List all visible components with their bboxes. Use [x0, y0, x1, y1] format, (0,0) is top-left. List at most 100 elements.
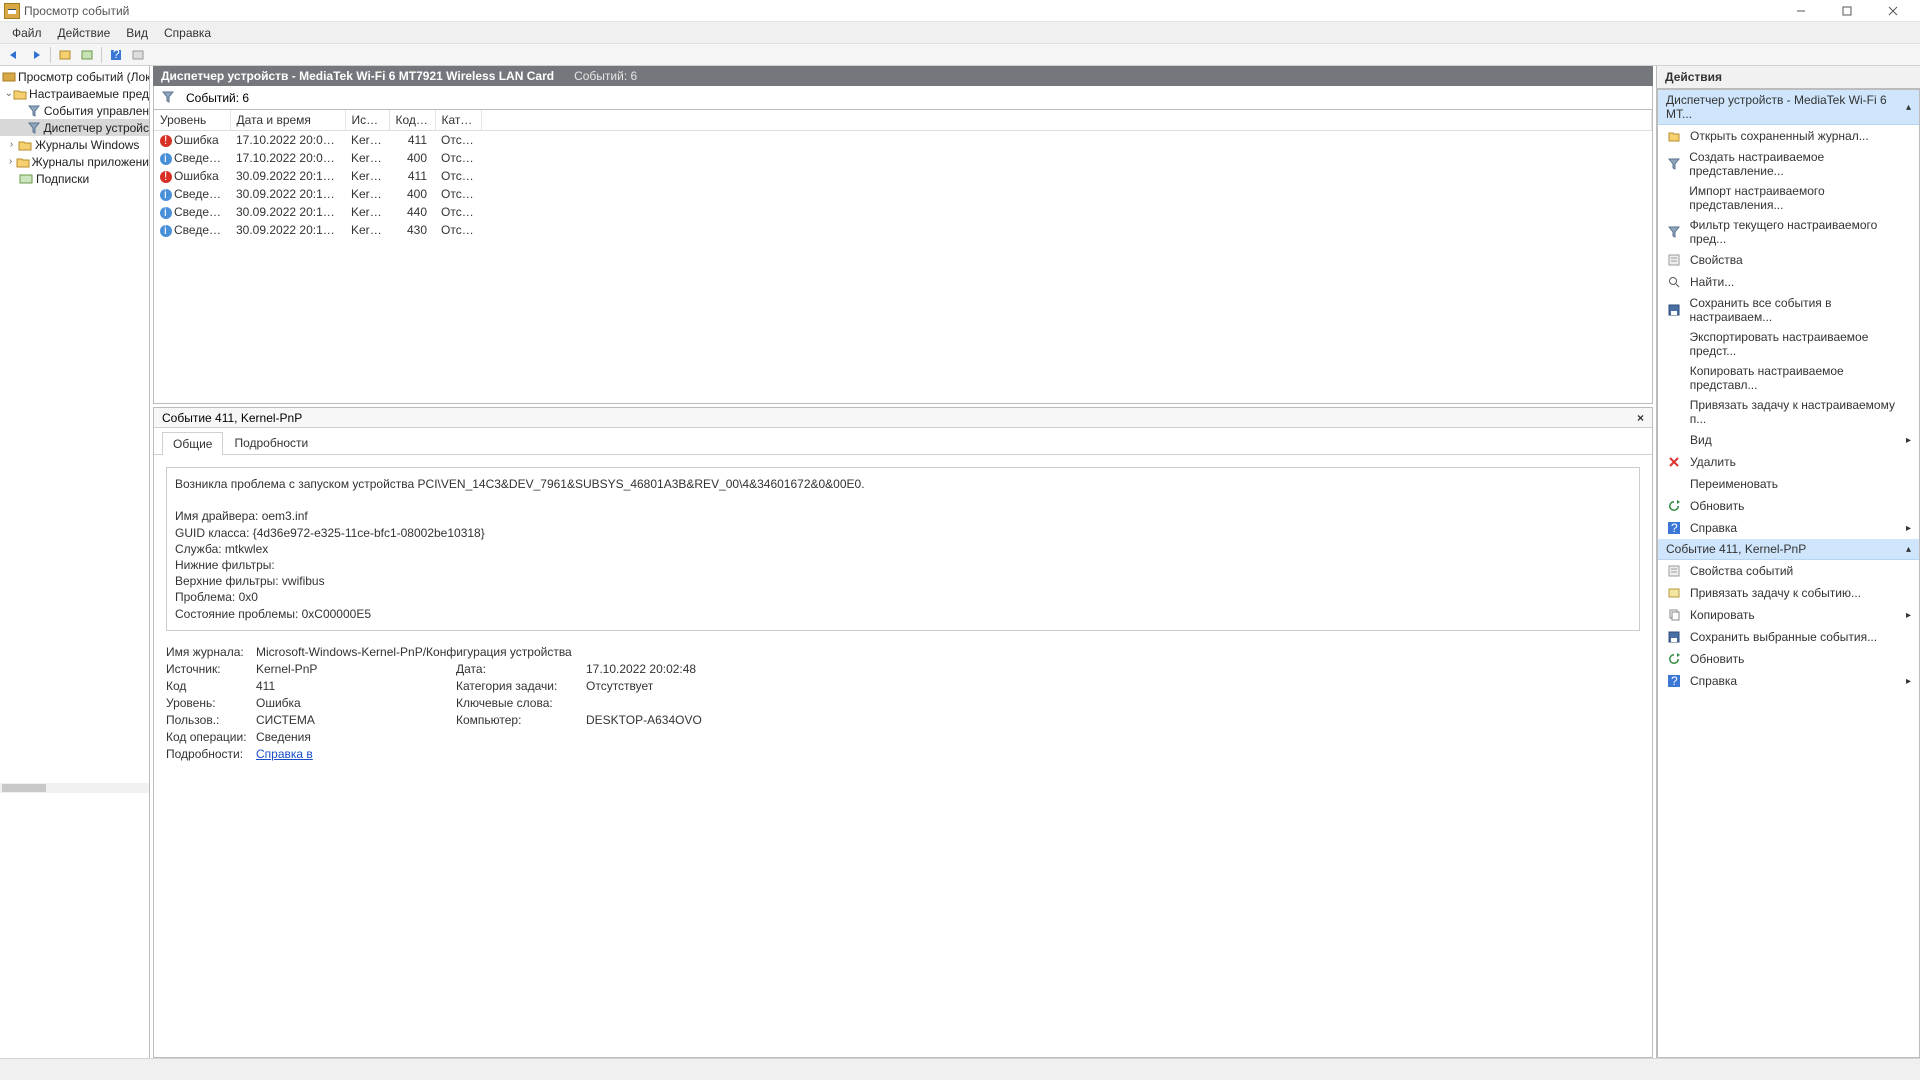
- action-label: Вид: [1690, 433, 1712, 447]
- col-source[interactable]: Исто...: [345, 110, 389, 131]
- table-row[interactable]: iСведения30.09.2022 20:15:14Kerne...400О…: [154, 185, 1652, 203]
- detail-pane: Событие 411, Kernel-PnP × Общие Подробно…: [153, 407, 1653, 1058]
- action-item[interactable]: ?Справка▸: [1658, 670, 1919, 692]
- blank-icon: [1666, 370, 1682, 386]
- table-row[interactable]: iСведения30.09.2022 20:15:14Kerne...440О…: [154, 203, 1652, 221]
- detail-message[interactable]: Возникла проблема с запуском устройства …: [166, 467, 1640, 631]
- statusbar: [0, 1058, 1920, 1080]
- action-label: Привязать задачу к событию...: [1690, 586, 1861, 600]
- minimize-button[interactable]: [1778, 0, 1824, 22]
- window-controls: [1778, 0, 1916, 22]
- chevron-right-icon: ▸: [1906, 523, 1911, 534]
- toolbar-btn-2[interactable]: [77, 46, 97, 64]
- field-label: Уровень:: [166, 696, 256, 710]
- menu-view[interactable]: Вид: [118, 24, 156, 42]
- tab-details[interactable]: Подробности: [223, 431, 319, 454]
- action-item[interactable]: Открыть сохраненный журнал...: [1658, 125, 1919, 147]
- action-item[interactable]: Импорт настраиваемого представления...: [1658, 181, 1919, 215]
- toolbar-btn-3[interactable]: [128, 46, 148, 64]
- info-icon: i: [160, 225, 172, 237]
- col-category[interactable]: Катег...: [435, 110, 481, 131]
- filter-icon: [27, 104, 42, 118]
- find-icon: [1666, 274, 1682, 290]
- close-button[interactable]: [1870, 0, 1916, 22]
- action-item[interactable]: Свойства: [1658, 249, 1919, 271]
- filter-icon: [1666, 156, 1681, 172]
- menu-action[interactable]: Действие: [50, 24, 119, 42]
- filter-count: Событий: 6: [186, 91, 249, 105]
- task-icon: [1666, 585, 1682, 601]
- collapse-icon[interactable]: ⌄: [5, 88, 13, 99]
- col-id[interactable]: Код с...: [389, 110, 435, 131]
- open-icon: [1666, 128, 1682, 144]
- center-header: Диспетчер устройств - MediaTek Wi-Fi 6 M…: [153, 66, 1653, 86]
- action-item[interactable]: Удалить: [1658, 451, 1919, 473]
- col-datetime[interactable]: Дата и время: [230, 110, 345, 131]
- action-item[interactable]: Привязать задачу к событию...: [1658, 582, 1919, 604]
- action-item[interactable]: Обновить: [1658, 648, 1919, 670]
- actions-section-event[interactable]: Событие 411, Kernel-PnP▴: [1658, 539, 1919, 560]
- field-label: Дата:: [456, 662, 586, 676]
- action-item[interactable]: Привязать задачу к настраиваемому п...: [1658, 395, 1919, 429]
- action-item[interactable]: Экспортировать настраиваемое предст...: [1658, 327, 1919, 361]
- action-item[interactable]: Вид▸: [1658, 429, 1919, 451]
- menu-file[interactable]: Файл: [4, 24, 50, 42]
- expand-icon[interactable]: ›: [6, 156, 16, 167]
- action-item[interactable]: Создать настраиваемое представление...: [1658, 147, 1919, 181]
- maximize-button[interactable]: [1824, 0, 1870, 22]
- svg-text:?: ?: [113, 49, 120, 61]
- error-icon: !: [160, 135, 172, 147]
- action-item[interactable]: Переименовать: [1658, 473, 1919, 495]
- expand-icon[interactable]: ›: [6, 139, 17, 150]
- tree-device-manager[interactable]: Диспетчер устройс: [0, 119, 149, 136]
- table-row[interactable]: !Ошибка30.09.2022 20:15:14Kerne...411Отс…: [154, 167, 1652, 185]
- detail-close-button[interactable]: ×: [1637, 411, 1644, 425]
- svg-text:!: !: [164, 135, 167, 147]
- col-level[interactable]: Уровень: [154, 110, 230, 131]
- action-item[interactable]: Обновить: [1658, 495, 1919, 517]
- action-item[interactable]: Копировать▸: [1658, 604, 1919, 626]
- tree-app-logs[interactable]: › Журналы приложени: [0, 153, 149, 170]
- table-header-row[interactable]: Уровень Дата и время Исто... Код с... Ка…: [154, 110, 1652, 131]
- navigation-tree[interactable]: Просмотр событий (Лок ⌄ Настраиваемые пр…: [0, 66, 150, 1058]
- field-label: Имя журнала:: [166, 645, 256, 659]
- action-label: Открыть сохраненный журнал...: [1690, 129, 1869, 143]
- action-item[interactable]: ?Справка▸: [1658, 517, 1919, 539]
- action-label: Свойства событий: [1690, 564, 1793, 578]
- action-item[interactable]: Сохранить все события в настраиваем...: [1658, 293, 1919, 327]
- tree-custom-views[interactable]: ⌄ Настраиваемые пред: [0, 85, 149, 102]
- table-row[interactable]: !Ошибка17.10.2022 20:02:48Kerne...411Отс…: [154, 131, 1652, 150]
- action-item[interactable]: Свойства событий: [1658, 560, 1919, 582]
- tree-admin-events[interactable]: События управлен: [0, 102, 149, 119]
- field-value: [586, 696, 886, 710]
- field-value: Отсутствует: [586, 679, 886, 693]
- nav-forward-button[interactable]: [26, 46, 46, 64]
- toolbar-btn-1[interactable]: [55, 46, 75, 64]
- action-item[interactable]: Копировать настраиваемое представл...: [1658, 361, 1919, 395]
- tree-windows-logs[interactable]: › Журналы Windows: [0, 136, 149, 153]
- event-list[interactable]: Уровень Дата и время Исто... Код с... Ка…: [153, 110, 1653, 404]
- toolbar-help-button[interactable]: ?: [106, 46, 126, 64]
- props-icon: [1666, 563, 1682, 579]
- nav-back-button[interactable]: [4, 46, 24, 64]
- help-link[interactable]: Справка в: [256, 747, 313, 761]
- window-title: Просмотр событий: [24, 4, 129, 18]
- action-item[interactable]: Фильтр текущего настраиваемого пред...: [1658, 215, 1919, 249]
- detail-tabs: Общие Подробности: [154, 428, 1652, 455]
- event-table[interactable]: Уровень Дата и время Исто... Код с... Ка…: [154, 110, 1652, 239]
- table-row[interactable]: iСведения30.09.2022 20:15:09Kerne...430О…: [154, 221, 1652, 239]
- delete-icon: [1666, 454, 1682, 470]
- tree-subscriptions[interactable]: Подписки: [0, 170, 149, 187]
- tree-hscroll[interactable]: [0, 783, 149, 793]
- table-row[interactable]: iСведения17.10.2022 20:02:48Kerne...400О…: [154, 149, 1652, 167]
- folder-icon: [15, 155, 29, 169]
- action-item[interactable]: Найти...: [1658, 271, 1919, 293]
- tree-root[interactable]: Просмотр событий (Лок: [0, 68, 149, 85]
- svg-text:!: !: [164, 171, 167, 183]
- actions-section-view[interactable]: Диспетчер устройств - MediaTek Wi-Fi 6 M…: [1658, 90, 1919, 125]
- tab-general[interactable]: Общие: [162, 432, 223, 455]
- action-item[interactable]: Сохранить выбранные события...: [1658, 626, 1919, 648]
- menu-help[interactable]: Справка: [156, 24, 219, 42]
- error-icon: !: [160, 171, 172, 183]
- field-label: Категория задачи:: [456, 679, 586, 693]
